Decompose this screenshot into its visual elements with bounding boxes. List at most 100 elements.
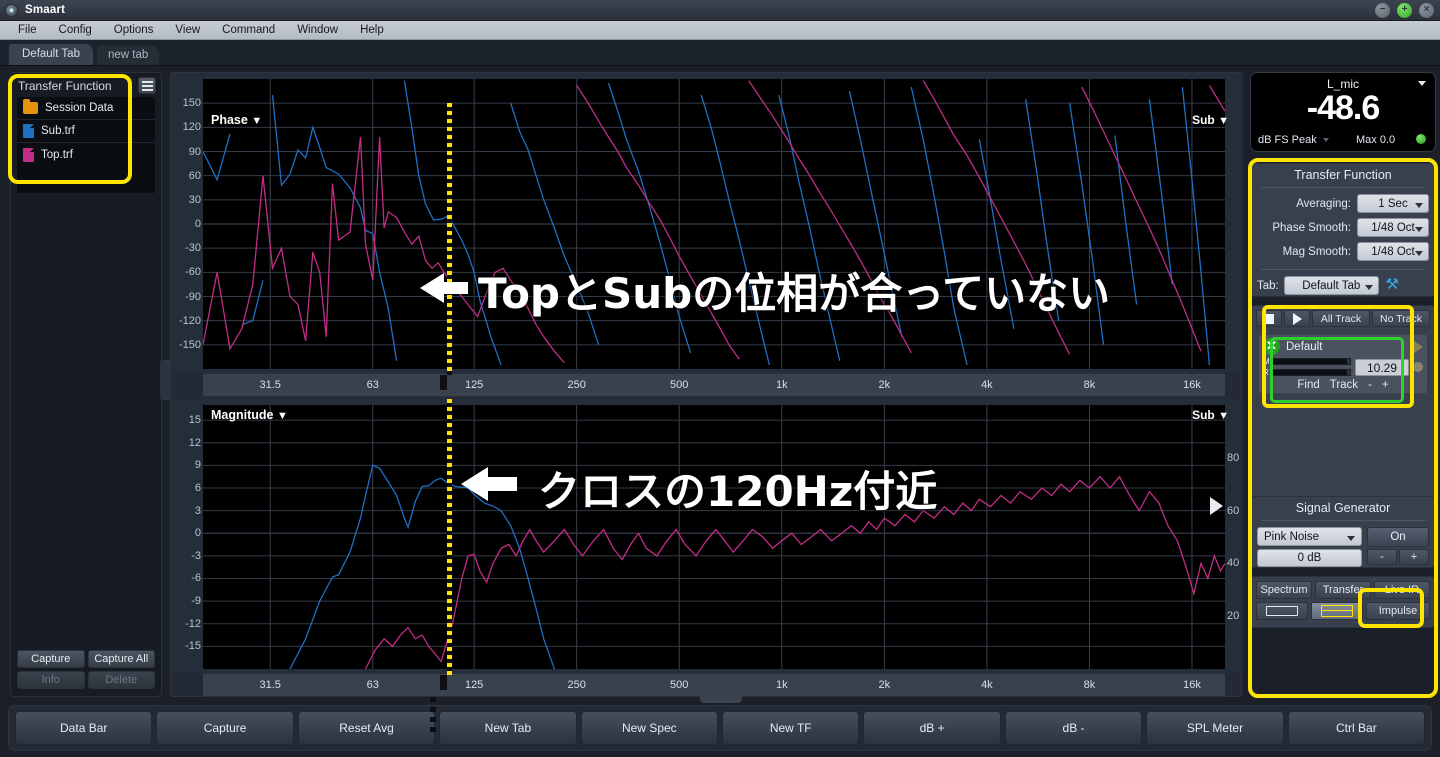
hamburger-icon[interactable]: [138, 77, 156, 94]
reset-avg-button[interactable]: Reset Avg: [298, 711, 435, 745]
data-bar-button[interactable]: Data Bar: [15, 711, 152, 745]
level-meter-unit[interactable]: dB FS Peak: [1258, 134, 1329, 146]
single-pane-button[interactable]: [1256, 602, 1308, 620]
delay-plus-button[interactable]: +: [1382, 379, 1389, 391]
no-track-button[interactable]: No Track: [1372, 310, 1430, 327]
list-item[interactable]: Sub.trf: [17, 120, 155, 143]
delay-value-field[interactable]: 10.29: [1355, 359, 1409, 376]
find-button[interactable]: Find: [1297, 379, 1319, 391]
close-icon[interactable]: ×: [1419, 3, 1434, 18]
db-button[interactable]: dB +: [863, 711, 1000, 745]
generator-plus-button[interactable]: +: [1399, 549, 1429, 565]
track-button[interactable]: Track: [1330, 379, 1358, 391]
play-button[interactable]: [1284, 310, 1310, 327]
ctrl-bar-button[interactable]: Ctrl Bar: [1288, 711, 1425, 745]
delay-name: Default: [1286, 341, 1408, 353]
chevron-down-icon[interactable]: ▼: [251, 115, 262, 127]
averaging-select[interactable]: 1 Sec: [1357, 194, 1429, 213]
db-button[interactable]: dB -: [1005, 711, 1142, 745]
new-tf-button[interactable]: New TF: [722, 711, 859, 745]
all-track-button[interactable]: All Track: [1312, 310, 1370, 327]
sidebar-capture-row: Capture Capture All: [17, 650, 155, 668]
frequency-cursor[interactable]: [447, 103, 452, 375]
delete-button[interactable]: Delete: [88, 671, 156, 689]
spl-meter-button[interactable]: SPL Meter: [1146, 711, 1283, 745]
chevron-down-icon[interactable]: ▼: [277, 410, 288, 422]
plot-collapse-handle[interactable]: [700, 694, 742, 703]
annotation-text-2: クロスの120Hz付近: [538, 458, 937, 519]
play-cursor-icon[interactable]: [1210, 497, 1223, 515]
tools-icon[interactable]: ⚒: [1384, 277, 1401, 294]
menu-item-window[interactable]: Window: [286, 21, 349, 39]
single-pane-icon: [1266, 606, 1298, 616]
magnitude-trace-label: Sub: [1192, 408, 1215, 422]
impulse-button[interactable]: Impulse: [1366, 602, 1430, 620]
menu-item-command[interactable]: Command: [211, 21, 286, 39]
x-axis-tick: 500: [670, 679, 688, 691]
menu-item-options[interactable]: Options: [103, 21, 165, 39]
new-spec-button[interactable]: New Spec: [581, 711, 718, 745]
delay-tracker-item[interactable]: ✕ Default M R 10.29: [1258, 334, 1428, 394]
stop-button[interactable]: [1256, 310, 1282, 327]
transfer-panel-title: Transfer Function: [1251, 164, 1435, 187]
chevron-down-icon[interactable]: ▼: [1218, 115, 1229, 127]
sidebar-collapse-handle[interactable]: [160, 360, 170, 400]
cursor-handle-bottom[interactable]: [440, 675, 447, 690]
phase-traces: [203, 79, 1225, 369]
new-tab-button[interactable]: New Tab: [439, 711, 576, 745]
menu-item-config[interactable]: Config: [48, 21, 103, 39]
live-ir-button[interactable]: Live IR: [1374, 581, 1430, 599]
noise-type-select[interactable]: Pink Noise: [1257, 527, 1362, 546]
capture-all-button[interactable]: Capture All: [88, 650, 156, 668]
magnitude-trace-selector[interactable]: Sub ▼: [1192, 408, 1229, 422]
generator-right: On - +: [1367, 527, 1429, 565]
info-button[interactable]: Info: [17, 671, 85, 689]
mag-smooth-row: Mag Smooth: 1/48 Oct: [1251, 242, 1435, 266]
magnitude-plot[interactable]: Magnitude ▼ Sub ▼ 15129630-3-6-9-12-15 8…: [171, 399, 1243, 673]
list-item[interactable]: Session Data: [17, 97, 155, 120]
level-meter[interactable]: L_mic -48.6 dB FS Peak Max 0.0: [1250, 72, 1436, 152]
signal-generator-panel: Signal Generator Pink Noise 0 dB On - +: [1250, 496, 1436, 568]
delay-knob[interactable]: [1413, 362, 1423, 372]
capture-button[interactable]: Capture: [156, 711, 293, 745]
chevron-down-icon[interactable]: [1418, 81, 1426, 86]
phase-plot-title[interactable]: Phase ▼: [211, 113, 262, 127]
list-item[interactable]: Top.trf: [17, 143, 155, 166]
x-axis-tick: 2k: [879, 379, 891, 391]
frequency-cursor-lower[interactable]: [447, 399, 452, 675]
menu-item-help[interactable]: Help: [349, 21, 395, 39]
tab-new-tab[interactable]: new tab: [96, 45, 160, 65]
mag-smooth-select[interactable]: 1/48 Oct: [1357, 242, 1429, 261]
phase-x-axis: 31.5631252505001k2k4k8k16k: [203, 373, 1225, 397]
magnitude-plot-title[interactable]: Magnitude ▼: [211, 408, 288, 422]
transfer-button[interactable]: Transfer: [1315, 581, 1371, 599]
delay-minus-button[interactable]: -: [1368, 379, 1372, 391]
generator-minus-button[interactable]: -: [1367, 549, 1397, 565]
generator-on-button[interactable]: On: [1367, 527, 1429, 547]
dual-pane-button[interactable]: [1311, 602, 1363, 620]
phase-trace-selector[interactable]: Sub ▼: [1192, 113, 1229, 127]
panel-drag-handle[interactable]: [430, 697, 436, 735]
phase-plot-canvas[interactable]: [203, 79, 1225, 369]
cursor-handle-top[interactable]: [440, 375, 447, 390]
y-axis-tick: 90: [171, 146, 201, 158]
tab-select[interactable]: Default Tab: [1284, 276, 1379, 295]
menu-item-file[interactable]: File: [7, 21, 48, 39]
play-icon[interactable]: [1414, 341, 1423, 353]
tab-default-tab[interactable]: Default Tab: [8, 43, 94, 65]
m-meter-label: M: [1263, 357, 1270, 366]
capture-button[interactable]: Capture: [17, 650, 85, 668]
chevron-down-icon: [1415, 227, 1423, 232]
minimize-icon[interactable]: −: [1375, 3, 1390, 18]
chevron-down-icon[interactable]: [1323, 138, 1329, 142]
spectrum-button[interactable]: Spectrum: [1256, 581, 1312, 599]
phase-smooth-select[interactable]: 1/48 Oct: [1357, 218, 1429, 237]
magnitude-plot-canvas[interactable]: [203, 405, 1225, 669]
generator-level-field[interactable]: 0 dB: [1257, 549, 1362, 567]
menu-item-view[interactable]: View: [164, 21, 211, 39]
chevron-down-icon[interactable]: ▼: [1218, 410, 1229, 422]
maximize-icon[interactable]: +: [1397, 3, 1412, 18]
bottom-toolbar: Data BarCaptureReset AvgNew TabNew SpecN…: [8, 705, 1432, 751]
x-circle-icon[interactable]: ✕: [1263, 338, 1280, 355]
phase-plot[interactable]: Phase ▼ Sub ▼ 1501209060300-30-60-90-120…: [171, 73, 1243, 373]
